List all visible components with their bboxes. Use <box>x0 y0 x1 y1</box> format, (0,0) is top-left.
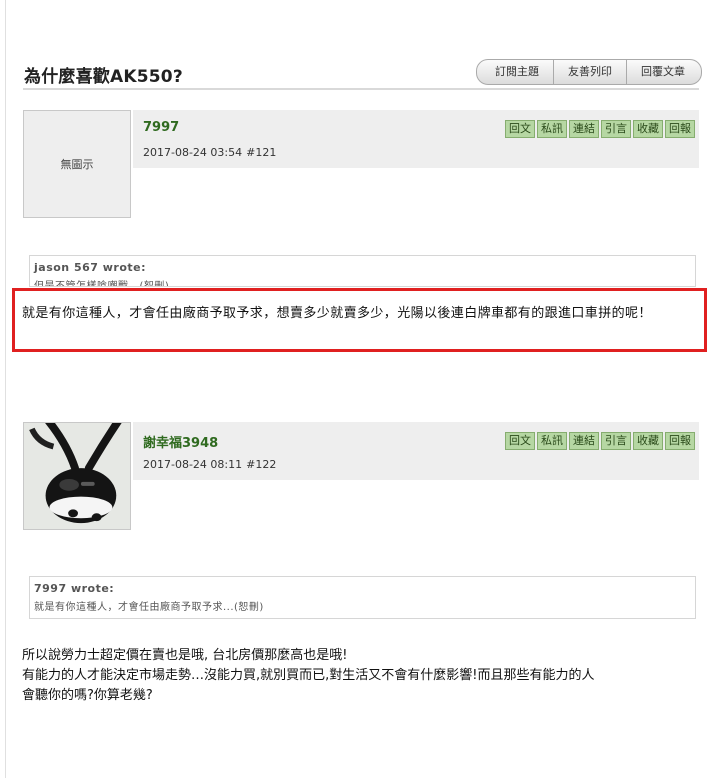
post-body-line: 所以說勞力士超定價在賣也是哦, 台北房價那麼高也是哦! <box>22 648 348 663</box>
post-date: 2017-08-24 03:54 <box>143 146 243 159</box>
quote-button[interactable]: 引言 <box>601 432 631 450</box>
post-number[interactable]: #122 <box>246 458 276 471</box>
quote-block: jason 567 wrote: 但是不管怎樣喰嘲戰...(恕刪) <box>29 255 696 287</box>
post-date: 2017-08-24 08:11 <box>143 458 243 471</box>
quote-text: 就是有你這種人，才會任由廠商予取予求...(恕刪) <box>34 602 264 613</box>
post-body: 所以說勞力士超定價在賣也是哦, 台北房價那麼高也是哦! 有能力的人才能決定市場走… <box>22 646 702 706</box>
reply-button[interactable]: 回覆文章 <box>627 59 702 85</box>
print-button[interactable]: 友善列印 <box>554 59 627 85</box>
page-left-border <box>5 0 6 778</box>
post-body-line: 有能力的人才能決定市場走勢…沒能力買,就別買而已,對生活又不會有什麼影響!而且那… <box>22 668 595 683</box>
subscribe-button[interactable]: 訂閱主題 <box>476 59 554 85</box>
post-header-bar <box>133 110 699 168</box>
avatar-placeholder-text: 無圖示 <box>60 158 94 171</box>
post-body-line: 會聽你的嗎?你算老幾? <box>22 688 153 703</box>
message-button[interactable]: 私訊 <box>537 120 567 138</box>
post-number[interactable]: #121 <box>246 146 276 159</box>
report-button[interactable]: 回報 <box>665 432 695 450</box>
avatar-image-icon <box>24 423 130 529</box>
quote-text: 但是不管怎樣喰嘲戰...(恕刪) <box>34 281 170 287</box>
post-meta: 2017-08-24 03:54 #121 <box>143 146 280 159</box>
reply-post-button[interactable]: 回文 <box>505 432 535 450</box>
post-author[interactable]: 謝幸福3948 <box>143 432 218 451</box>
avatar-placeholder: 無圖示 <box>23 110 131 218</box>
quote-button[interactable]: 引言 <box>601 120 631 138</box>
thread-toolbar: 訂閱主題 友善列印 回覆文章 <box>476 59 702 85</box>
avatar-photo <box>23 422 131 530</box>
quote-author: 7997 wrote: <box>34 582 115 595</box>
link-button[interactable]: 連結 <box>569 432 599 450</box>
reply-post-button[interactable]: 回文 <box>505 120 535 138</box>
page-title: 為什麼喜歡AK550? <box>24 67 183 87</box>
post-actions: 回文 私訊 連結 引言 收藏 回報 <box>505 432 695 450</box>
post-actions: 回文 私訊 連結 引言 收藏 回報 <box>505 120 695 138</box>
post-author[interactable]: 7997 <box>143 120 179 135</box>
bookmark-button[interactable]: 收藏 <box>633 432 663 450</box>
quote-block: 7997 wrote: 就是有你這種人，才會任由廠商予取予求...(恕刪) <box>29 576 696 619</box>
bookmark-button[interactable]: 收藏 <box>633 120 663 138</box>
title-divider <box>23 88 699 90</box>
report-button[interactable]: 回報 <box>665 120 695 138</box>
post-meta: 2017-08-24 08:11 #122 <box>143 458 280 471</box>
post-body: 就是有你這種人，才會任由廠商予取予求，想賣多少就賣多少，光陽以後連白牌車都有的跟… <box>22 306 652 321</box>
quote-author: jason 567 wrote: <box>34 261 147 274</box>
post-header-bar <box>133 422 699 480</box>
message-button[interactable]: 私訊 <box>537 432 567 450</box>
link-button[interactable]: 連結 <box>569 120 599 138</box>
